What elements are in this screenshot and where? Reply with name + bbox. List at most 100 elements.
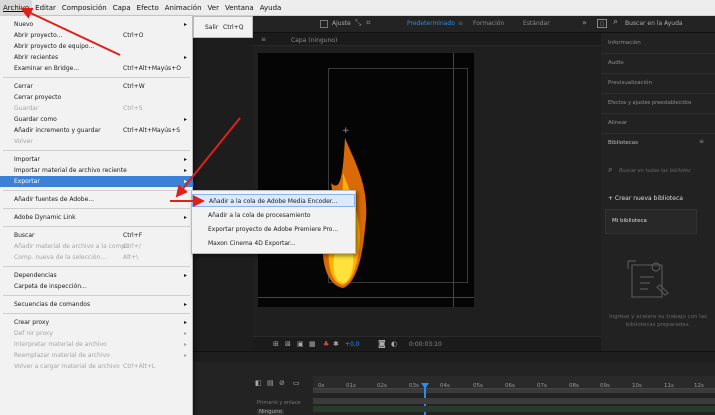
menu-item-cinema4d-export[interactable]: Maxon Cinema 4D Exportar...: [192, 237, 355, 250]
show-snapshot-icon[interactable]: ◐: [391, 340, 397, 348]
menu-item-label: Reemplazar material de archivo: [14, 352, 110, 359]
transparency-icon[interactable]: ▦: [309, 340, 316, 348]
menu-item-shortcut: Ctrl+W: [123, 83, 145, 90]
library-search-input[interactable]: Buscar en todas las bibliotec: [619, 168, 691, 174]
panel-icon[interactable]: ▢: [597, 19, 607, 28]
menu-ver[interactable]: Ver: [205, 0, 222, 16]
tab-capa[interactable]: Capa (ninguno): [291, 37, 337, 44]
file-menu: Nuevo ▸ Abrir proyecto... Ctrl+O Abrir proye…: [0, 16, 193, 415]
menu-composicion[interactable]: Composición: [59, 0, 110, 16]
menu-item-volver-a-cargar-material-de-archivo: Volver a cargar material de archivo Ctrl+…: [0, 361, 193, 372]
menu-ayuda[interactable]: Ayuda: [257, 0, 285, 16]
menu-animacion[interactable]: Animación: [162, 0, 205, 16]
menu-editar[interactable]: Editar: [32, 0, 59, 16]
submenu-arrow-icon: ▸: [184, 156, 188, 163]
workspace-predeterminado[interactable]: Predeterminado: [407, 20, 455, 27]
more-workspaces-icon[interactable]: »: [582, 18, 587, 27]
menu-item-label: Añadir incremento y guardar: [14, 127, 101, 134]
exposure-value[interactable]: +0,0: [345, 341, 360, 348]
parent-label: Primario y enlace: [257, 400, 301, 406]
workspace-formacion[interactable]: Formación: [473, 20, 504, 27]
submenu-arrow-icon: ▸: [184, 272, 188, 279]
workspace-menu-icon[interactable]: ≡: [458, 20, 463, 27]
export-submenu: Añadir a la cola de Adobe Media Encoder.…: [191, 190, 356, 254]
menu-item-label: Abrir proyecto...: [14, 32, 63, 39]
panel-previsualizacion[interactable]: Previsualización: [608, 80, 652, 86]
menu-item-cerrar-proyecto[interactable]: Cerrar proyecto: [0, 92, 193, 103]
snapshot-icon[interactable]: ◙: [378, 339, 386, 348]
menu-archivo[interactable]: Archivo: [0, 0, 33, 16]
ajuste-checkbox[interactable]: [320, 20, 328, 28]
ruler-tick: 03s: [409, 383, 419, 389]
draft-3d-icon[interactable]: ▤: [267, 379, 274, 387]
menu-item-abrir-recientes[interactable]: Abrir recientes ▸: [0, 52, 193, 63]
workspace-estandar[interactable]: Estándar: [523, 20, 550, 27]
panel-alinear[interactable]: Alinear: [608, 120, 627, 126]
graph-editor-icon[interactable]: ▭: [293, 379, 300, 387]
menu-item-anadir-fuentes-de-adobe[interactable]: Añadir fuentes de Adobe...: [0, 194, 193, 205]
my-library-item[interactable]: Mi biblioteca: [605, 209, 697, 234]
menu-separator: [3, 190, 190, 191]
menu-item-carpeta-de-inspeccion[interactable]: Carpeta de inspección...: [0, 281, 193, 292]
menu-item-crear-proxy[interactable]: Crear proxy ▸: [0, 317, 193, 328]
menu-item-shortcut: Ctrl+S: [123, 105, 143, 112]
composition-viewer[interactable]: +: [258, 53, 474, 307]
submenu-arrow-icon: ▸: [184, 341, 188, 348]
region-icon[interactable]: ▣: [297, 340, 304, 348]
ruler-tick: 08s: [569, 383, 579, 389]
panel-bibliotecas[interactable]: Bibliotecas: [608, 140, 638, 146]
comp-flowchart-icon[interactable]: ◧: [255, 379, 262, 387]
submenu-arrow-icon: ▸: [184, 319, 188, 326]
motion-blur-icon[interactable]: ⊘: [279, 379, 285, 387]
panel-menu-icon[interactable]: ≡: [699, 138, 704, 145]
exposure-icon[interactable]: ✱: [333, 340, 339, 348]
menu-efecto[interactable]: Efecto: [134, 0, 162, 16]
panel-informacion[interactable]: Información: [608, 40, 641, 46]
menu-item-adobe-dynamic-link[interactable]: Adobe Dynamic Link ▸: [0, 212, 193, 223]
help-search-input[interactable]: Buscar en la Ayuda: [625, 20, 683, 27]
menu-item-buscar[interactable]: Buscar Ctrl+F: [0, 230, 193, 241]
menu-separator: [3, 226, 190, 227]
menu-item-dependencias[interactable]: Dependencias ▸: [0, 270, 193, 281]
menu-item-add-to-media-encoder[interactable]: Añadir a la cola de Adobe Media Encoder.…: [192, 194, 355, 207]
menu-item-abrir-proyecto-de-equipo[interactable]: Abrir proyecto de equipo...: [0, 41, 193, 52]
mask-icon[interactable]: ⌗: [366, 18, 371, 28]
panel-menu-icon[interactable]: ≡: [261, 36, 266, 43]
parent-dropdown[interactable]: Ninguno: [257, 409, 284, 415]
work-area-bar[interactable]: [313, 389, 715, 393]
menu-item-cerrar[interactable]: Cerrar Ctrl+W: [0, 81, 193, 92]
menu-item-anadir-incremento-y-guardar[interactable]: Añadir incremento y guardar Ctrl+Alt+Mayú…: [0, 125, 193, 136]
menu-item-exportar[interactable]: Exportar ▸: [0, 176, 193, 187]
menu-item-label: Interpretar material de archivo: [14, 341, 107, 348]
libraries-empty-message: Ingrese y acelere su trabajo con las bib…: [609, 314, 707, 328]
toggle-mask-icon[interactable]: ⊞: [273, 340, 279, 348]
layer-bar: [313, 406, 715, 412]
menu-separator: [3, 313, 190, 314]
menu-item-abrir-proyecto[interactable]: Abrir proyecto... Ctrl+O: [0, 30, 193, 41]
menu-item-salir-shortcut: Ctrl+Q: [223, 24, 244, 31]
color-icon[interactable]: ♣: [323, 340, 329, 348]
menu-item-salir[interactable]: Salir: [205, 24, 218, 31]
menu-item-label: Comp. nueva de la selección...: [14, 254, 107, 261]
menu-item-importar-material-de-archivo-reciente[interactable]: Importar material de archivo reciente ▸: [0, 165, 193, 176]
menu-item-secuencias-de-comandos[interactable]: Secuencias de comandos ▸: [0, 299, 193, 310]
menu-item-examinar-en-bridge[interactable]: Examinar en Bridge... Ctrl+Alt+Mayús+O: [0, 63, 193, 74]
snap-icon[interactable]: ⤡: [355, 18, 361, 28]
menu-item-importar[interactable]: Importar ▸: [0, 154, 193, 165]
search-icon[interactable]: ⌕: [613, 17, 618, 27]
panel-efectos[interactable]: Efectos y ajustes preestablecidos: [608, 100, 691, 106]
menu-item-nuevo[interactable]: Nuevo ▸: [0, 19, 193, 30]
menu-item-add-to-render-queue[interactable]: Añadir a la cola de procesamiento: [192, 209, 355, 222]
menu-item-export-premiere[interactable]: Exportar proyecto de Adobe Premiere Pro.…: [192, 223, 355, 236]
submenu-arrow-icon: ▸: [184, 167, 188, 174]
create-library-button[interactable]: + Crear nueva biblioteca: [608, 195, 683, 202]
menu-item-shortcut: Ctrl+Alt+L: [123, 363, 156, 370]
current-timecode[interactable]: 0:00:03:10: [409, 341, 442, 348]
menu-ventana[interactable]: Ventana: [222, 0, 257, 16]
grid-icon[interactable]: ⊠: [285, 340, 291, 348]
submenu-arrow-icon: ▸: [184, 116, 188, 123]
panel-audio[interactable]: Audio: [608, 60, 624, 66]
menu-item-label: Abrir proyecto de equipo...: [14, 43, 95, 50]
menu-item-guardar-como[interactable]: Guardar como ▸: [0, 114, 193, 125]
menu-capa[interactable]: Capa: [110, 0, 134, 16]
